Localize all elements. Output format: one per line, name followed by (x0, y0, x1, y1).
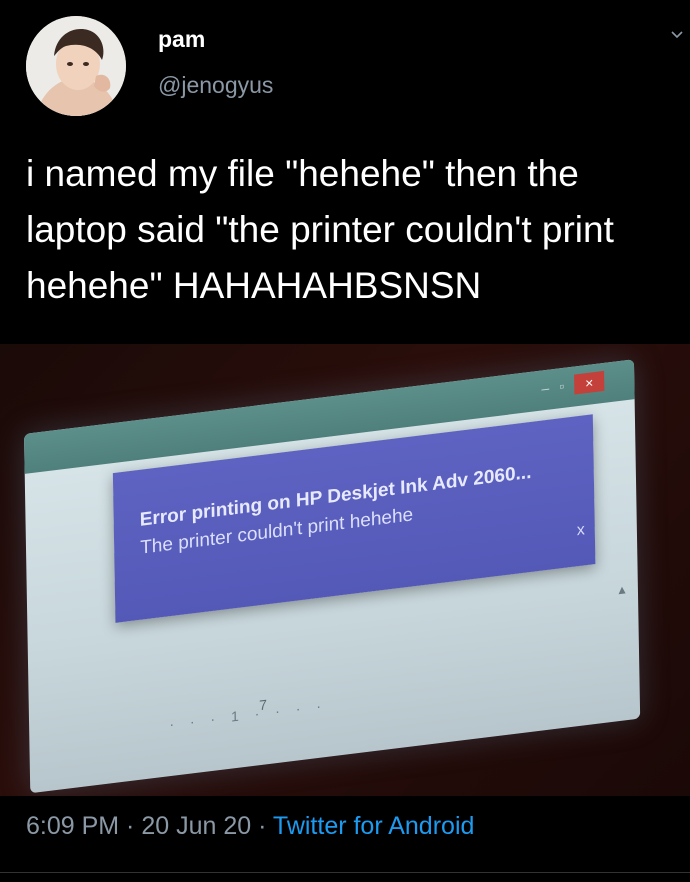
meta-separator: · (251, 812, 273, 840)
laptop-screen: – ▫ × Error printing on HP Deskjet Ink A… (24, 359, 641, 794)
tweet: pam @jenogyus i named my file "hehehe" t… (0, 0, 690, 882)
ruler-marks: · · · 1 · · · · (169, 696, 328, 733)
restore-icon: ▫ (559, 377, 565, 395)
close-icon: × (574, 370, 605, 395)
chevron-down-icon[interactable] (670, 28, 684, 42)
avatar[interactable] (26, 16, 126, 116)
display-name[interactable]: pam (158, 26, 205, 53)
tweet-text: i named my file "hehehe" then the laptop… (26, 153, 614, 306)
meta-separator: · (119, 812, 142, 840)
tweet-photo[interactable]: – ▫ × Error printing on HP Deskjet Ink A… (0, 344, 690, 796)
user-handle[interactable]: @jenogyus (158, 72, 273, 99)
tweet-date[interactable]: 20 Jun 20 (141, 812, 251, 840)
scroll-up-icon: ▲ (615, 582, 629, 598)
minimize-icon: – (541, 379, 550, 397)
tweet-source-link[interactable]: Twitter for Android (273, 812, 474, 840)
window-controls: – ▫ × (541, 370, 605, 399)
notification-close-icon: x (576, 521, 585, 540)
avatar-photo (26, 16, 126, 116)
tweet-time[interactable]: 6:09 PM (26, 812, 119, 840)
ruler-number: 7 (259, 696, 268, 714)
divider (0, 872, 690, 873)
tweet-meta: 6:09 PM · 20 Jun 20 · Twitter for Androi… (26, 812, 474, 841)
